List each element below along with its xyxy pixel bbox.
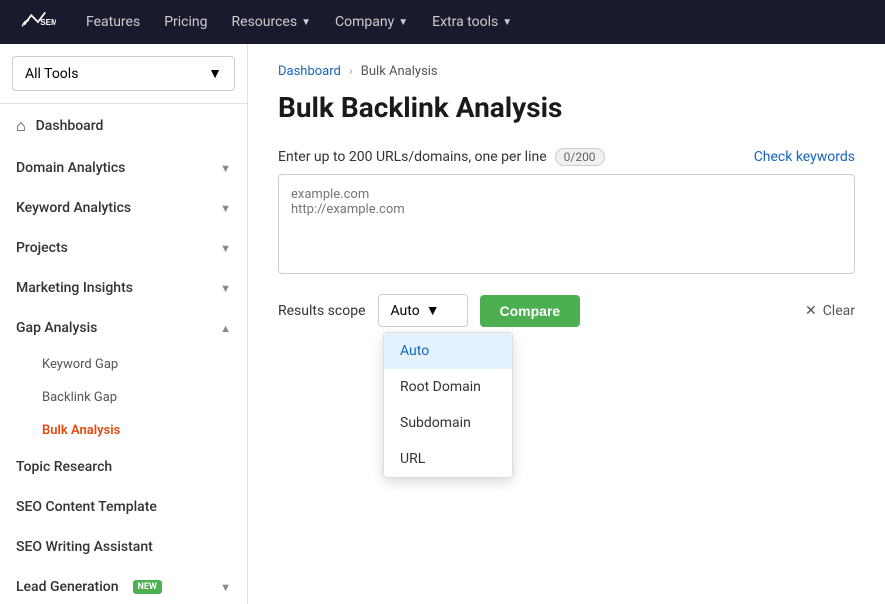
chevron-down-icon: ▼ [502,17,512,28]
input-label: Enter up to 200 URLs/domains, one per li… [278,148,605,166]
sidebar-item-dashboard-label: Dashboard [36,118,104,134]
sidebar-item-domain-analytics-label: Domain Analytics [16,160,125,176]
tools-dropdown-label: All Tools [25,66,78,82]
chevron-down-icon: ▼ [220,162,231,175]
chevron-down-icon: ▼ [220,202,231,215]
sidebar-item-keyword-analytics[interactable]: Keyword Analytics ▼ [0,188,247,228]
sidebar-item-topic-research[interactable]: Topic Research [0,447,247,487]
chevron-down-icon: ▼ [398,17,408,28]
sidebar-item-seo-content-template[interactable]: SEO Content Template [0,487,247,527]
sidebar-item-topic-research-label: Topic Research [16,459,112,475]
chevron-down-icon: ▼ [220,282,231,295]
main-layout: All Tools ▼ ⌂ Dashboard Domain Analytics… [0,44,885,604]
dropdown-option-auto[interactable]: Auto [384,333,512,369]
chevron-down-icon: ▼ [208,65,222,82]
breadcrumb-current: Bulk Analysis [361,64,438,79]
breadcrumb-separator: › [349,64,353,79]
sidebar-item-gap-analysis[interactable]: Gap Analysis ▲ [0,308,247,348]
sidebar-sub-keyword-gap[interactable]: Keyword Gap [0,348,247,381]
chevron-down-icon: ▼ [426,302,440,319]
scope-dropdown[interactable]: Auto ▼ [378,294,468,327]
scope-row: Results scope Auto ▼ Compare Auto Root D… [278,294,855,327]
check-keywords-link[interactable]: Check keywords [754,149,855,165]
chevron-down-icon: ▼ [301,17,311,28]
sidebar-item-seo-content-template-label: SEO Content Template [16,499,157,515]
sidebar-item-seo-writing-assistant[interactable]: SEO Writing Assistant [0,527,247,567]
chevron-down-icon: ▼ [220,242,231,255]
dropdown-option-root-domain[interactable]: Root Domain [384,369,512,405]
sidebar-sub-bulk-analysis[interactable]: Bulk Analysis [0,414,247,447]
chevron-up-icon: ▲ [220,322,231,335]
page-title: Bulk Backlink Analysis [278,91,855,124]
nav-links: Features Pricing Resources ▼ Company ▼ E… [86,14,512,30]
home-icon: ⌂ [16,116,26,136]
sidebar-item-keyword-analytics-label: Keyword Analytics [16,200,131,216]
sidebar-item-marketing-insights[interactable]: Marketing Insights ▼ [0,268,247,308]
compare-button[interactable]: Compare [480,295,581,327]
scope-selected-value: Auto [391,303,420,319]
nav-company[interactable]: Company ▼ [335,14,408,30]
url-textarea[interactable] [278,174,855,274]
chevron-down-icon: ▼ [220,581,231,594]
tools-dropdown[interactable]: All Tools ▼ [12,56,235,91]
breadcrumb: Dashboard › Bulk Analysis [278,64,855,79]
sidebar-item-marketing-insights-label: Marketing Insights [16,280,133,296]
sidebar-item-lead-generation[interactable]: Lead Generation NEW ▼ [0,567,247,604]
main-content: Dashboard › Bulk Analysis Bulk Backlink … [248,44,885,604]
nav-pricing[interactable]: Pricing [164,14,207,30]
nav-features[interactable]: Features [86,14,140,30]
sidebar-item-seo-writing-assistant-label: SEO Writing Assistant [16,539,153,555]
input-label-row: Enter up to 200 URLs/domains, one per li… [278,148,855,166]
scope-dropdown-menu: Auto Root Domain Subdomain URL [383,332,513,478]
clear-button[interactable]: ✕ Clear [805,303,855,319]
tools-selector[interactable]: All Tools ▼ [0,44,247,104]
count-badge: 0/200 [555,148,605,166]
sidebar-item-gap-analysis-label: Gap Analysis [16,320,97,336]
clear-label: Clear [823,303,855,319]
sidebar-item-lead-generation-label: Lead Generation [16,579,119,595]
sidebar-sub-backlink-gap[interactable]: Backlink Gap [0,381,247,414]
sidebar-item-dashboard[interactable]: ⌂ Dashboard [0,104,247,148]
sidebar-item-projects-label: Projects [16,240,68,256]
dropdown-option-url[interactable]: URL [384,441,512,477]
input-label-text: Enter up to 200 URLs/domains, one per li… [278,149,547,165]
svg-text:SEMrush: SEMrush [40,18,56,27]
sidebar-item-projects[interactable]: Projects ▼ [0,228,247,268]
sidebar-item-domain-analytics[interactable]: Domain Analytics ▼ [0,148,247,188]
top-navigation: SEMrush Features Pricing Resources ▼ Com… [0,0,885,44]
scope-label: Results scope [278,303,366,319]
logo[interactable]: SEMrush [20,8,56,36]
dropdown-option-subdomain[interactable]: Subdomain [384,405,512,441]
sidebar: All Tools ▼ ⌂ Dashboard Domain Analytics… [0,44,248,604]
nav-extra-tools[interactable]: Extra tools ▼ [432,14,512,30]
breadcrumb-home[interactable]: Dashboard [278,64,341,79]
new-badge: NEW [133,580,162,594]
x-icon: ✕ [805,303,817,319]
nav-resources[interactable]: Resources ▼ [232,14,311,30]
